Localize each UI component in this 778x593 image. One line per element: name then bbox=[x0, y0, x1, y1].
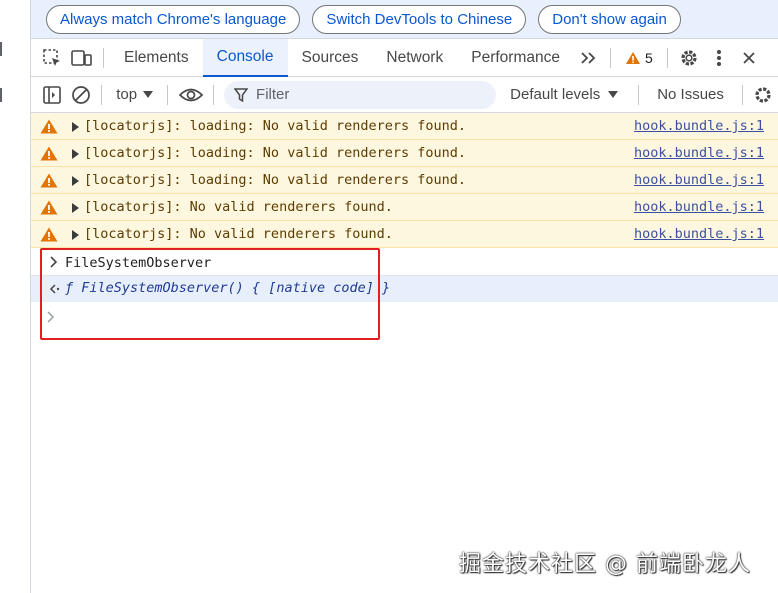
warning-icon bbox=[40, 227, 58, 242]
console-messages: [locatorjs]: loading: No valid renderers… bbox=[31, 113, 778, 332]
source-link[interactable]: hook.bundle.js:1 bbox=[634, 199, 764, 215]
warning-icon bbox=[40, 146, 58, 161]
warning-icon bbox=[40, 119, 58, 134]
context-selector[interactable]: top bbox=[108, 86, 161, 103]
clear-console-icon[interactable] bbox=[66, 80, 95, 110]
watermark-text: 掘金技术社区 @ 前端卧龙人 bbox=[459, 552, 751, 577]
console-input-echo: FileSystemObserver bbox=[31, 250, 778, 276]
expand-triangle-icon[interactable] bbox=[72, 149, 79, 159]
warning-icon bbox=[40, 200, 58, 215]
toolbar-separator bbox=[741, 84, 743, 105]
warning-message-text: [locatorjs]: loading: No valid renderers… bbox=[84, 172, 467, 188]
warnings-count: 5 bbox=[644, 49, 653, 66]
expand-triangle-icon[interactable] bbox=[72, 176, 79, 186]
expand-triangle-icon[interactable] bbox=[72, 230, 79, 240]
warnings-counter[interactable]: 5 bbox=[617, 50, 661, 66]
left-edge-panel bbox=[0, 0, 31, 593]
console-toolbar: top Filter Default levels No Issues bbox=[31, 77, 778, 113]
toolbar-separator bbox=[103, 47, 104, 68]
inspect-element-icon[interactable] bbox=[37, 43, 67, 73]
context-label: top bbox=[116, 86, 138, 103]
console-warning-row[interactable]: [locatorjs]: loading: No valid renderers… bbox=[31, 167, 778, 194]
toolbar-separator bbox=[609, 47, 611, 68]
close-icon[interactable] bbox=[734, 43, 764, 73]
console-settings-gear-icon[interactable] bbox=[749, 80, 778, 110]
console-warning-row[interactable]: [locatorjs]: No valid renderers found. h… bbox=[31, 221, 778, 248]
warning-message-text: [locatorjs]: No valid renderers found. bbox=[84, 199, 393, 215]
source-link[interactable]: hook.bundle.js:1 bbox=[634, 172, 764, 188]
caret-down-icon bbox=[143, 90, 154, 98]
devtools-window: Always match Chrome's language Switch De… bbox=[31, 0, 778, 593]
language-infobar: Always match Chrome's language Switch De… bbox=[31, 0, 778, 39]
always-match-language-button[interactable]: Always match Chrome's language bbox=[46, 4, 301, 34]
filter-input[interactable]: Filter bbox=[224, 80, 497, 109]
warning-message-text: [locatorjs]: loading: No valid renderers… bbox=[84, 145, 467, 161]
sidebar-toggle-icon[interactable] bbox=[37, 80, 66, 110]
warning-icon bbox=[40, 173, 58, 188]
input-command-text: FileSystemObserver bbox=[65, 255, 212, 271]
result-arrow-icon bbox=[49, 284, 60, 294]
tab-sources[interactable]: Sources bbox=[288, 39, 373, 77]
switch-to-chinese-button[interactable]: Switch DevTools to Chinese bbox=[312, 4, 527, 34]
console-warning-row[interactable]: [locatorjs]: No valid renderers found. h… bbox=[31, 194, 778, 221]
source-link[interactable]: hook.bundle.js:1 bbox=[634, 226, 764, 242]
chevron-right-icon bbox=[50, 256, 58, 268]
expand-triangle-icon[interactable] bbox=[72, 203, 79, 213]
warning-message-text: [locatorjs]: loading: No valid renderers… bbox=[84, 118, 467, 134]
source-link[interactable]: hook.bundle.js:1 bbox=[634, 118, 764, 134]
issues-button[interactable]: No Issues bbox=[645, 86, 736, 103]
edge-fragment bbox=[0, 42, 6, 56]
eye-icon[interactable] bbox=[174, 80, 207, 110]
dont-show-again-button[interactable]: Don't show again bbox=[538, 4, 681, 34]
prompt-chevron-icon bbox=[47, 311, 55, 323]
console-prompt[interactable] bbox=[31, 302, 778, 332]
console-warning-row[interactable]: [locatorjs]: loading: No valid renderers… bbox=[31, 140, 778, 167]
kebab-menu-icon[interactable] bbox=[704, 43, 734, 73]
double-chevron-right-icon[interactable] bbox=[574, 43, 604, 73]
expand-triangle-icon[interactable] bbox=[72, 122, 79, 132]
result-value-text: ƒ FileSystemObserver() { [native code] } bbox=[65, 280, 391, 296]
caret-down-icon bbox=[608, 90, 619, 98]
edge-fragment bbox=[0, 88, 6, 102]
tab-network[interactable]: Network bbox=[372, 39, 457, 77]
main-tab-bar: Elements Console Sources Network Perform… bbox=[31, 38, 778, 77]
toolbar-separator bbox=[666, 47, 668, 68]
toolbar-separator bbox=[167, 84, 169, 105]
toolbar-separator bbox=[638, 84, 640, 105]
toolbar-separator bbox=[101, 84, 103, 105]
console-warning-row[interactable]: [locatorjs]: loading: No valid renderers… bbox=[31, 113, 778, 140]
warning-icon bbox=[625, 51, 640, 64]
log-levels-dropdown[interactable]: Default levels bbox=[496, 86, 632, 103]
filter-placeholder: Filter bbox=[256, 86, 290, 103]
source-link[interactable]: hook.bundle.js:1 bbox=[634, 145, 764, 161]
warning-message-text: [locatorjs]: No valid renderers found. bbox=[84, 226, 393, 242]
filter-icon bbox=[234, 87, 249, 102]
tab-performance[interactable]: Performance bbox=[457, 39, 574, 77]
log-levels-label: Default levels bbox=[510, 86, 601, 103]
gear-icon[interactable] bbox=[674, 43, 704, 73]
console-result-row[interactable]: ƒ FileSystemObserver() { [native code] } bbox=[31, 276, 778, 302]
device-toolbar-icon[interactable] bbox=[67, 43, 97, 73]
tab-console[interactable]: Console bbox=[202, 38, 288, 77]
toolbar-separator bbox=[213, 84, 215, 105]
tab-elements[interactable]: Elements bbox=[110, 39, 203, 77]
